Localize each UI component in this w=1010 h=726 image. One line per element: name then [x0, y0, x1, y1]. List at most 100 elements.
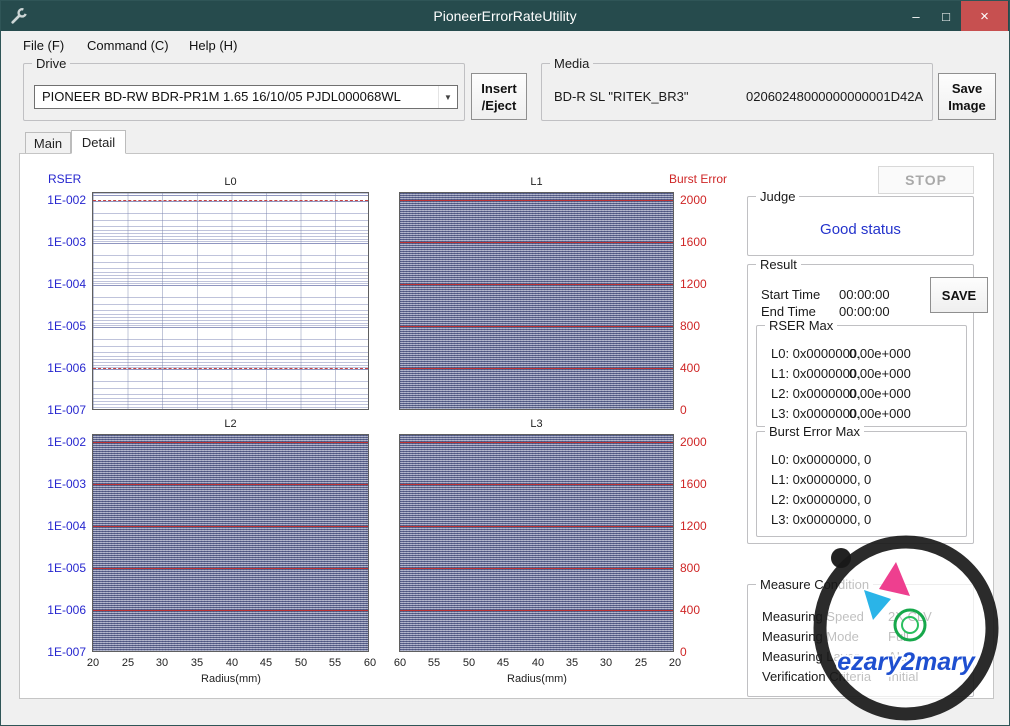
x-tick: 45 — [259, 657, 273, 669]
burst-max-row-key: L0: 0x0000000, — [771, 452, 861, 467]
burst-max-row-key: L1: 0x0000000, — [771, 472, 861, 487]
rser-max-label: RSER Max — [765, 318, 838, 333]
drive-group-label: Drive — [32, 56, 71, 71]
stop-button[interactable]: STOP — [878, 166, 974, 194]
red-gridline — [93, 368, 368, 369]
insert-eject-button[interactable]: Insert /Eject — [471, 73, 527, 120]
tab-main[interactable]: Main — [25, 132, 71, 154]
chart-title-l2: L2 — [224, 418, 237, 430]
end-time-value: 00:00:00 — [839, 304, 890, 319]
start-time-value: 00:00:00 — [839, 287, 890, 302]
rser-max-row-key: L0: 0x0000000, — [771, 346, 861, 361]
x-tick: 35 — [190, 657, 204, 669]
judge-groupbox: Judge Good status — [747, 189, 974, 256]
red-gridline — [400, 200, 673, 201]
titlebar: PioneerErrorRateUtility – □ × — [1, 1, 1009, 31]
red-gridline — [400, 326, 673, 327]
chart-title-l3: L3 — [530, 418, 543, 430]
rser-max-row-val: 0.00e+000 — [849, 366, 911, 381]
left-axis-title: RSER — [48, 172, 82, 186]
media-groupbox: Media BD-R SL "RITEK_BR3" 02060248000000… — [541, 56, 933, 121]
insert-eject-label-line1: Insert — [481, 80, 517, 96]
measure-row-val: 2X CLV — [888, 609, 932, 624]
x-tick: 20 — [668, 657, 682, 669]
red-gridline — [93, 200, 368, 201]
burst-max-row-key: L3: 0x0000000, — [771, 512, 861, 527]
x-tick: 30 — [155, 657, 169, 669]
burst-max-row-val: 0 — [864, 512, 872, 527]
y-tick-right: 400 — [680, 361, 701, 375]
end-time-label: End Time — [761, 304, 816, 319]
close-button[interactable]: × — [961, 1, 1008, 31]
chart-title-l0: L0 — [224, 176, 237, 188]
media-id: 02060248000000000001D42A — [746, 89, 924, 104]
x-tick: 25 — [121, 657, 135, 669]
y-tick-right: 800 — [680, 561, 701, 575]
burst-max-row-val: 0 — [864, 492, 872, 507]
judge-status-text: Good status — [820, 221, 901, 238]
y-tick-right: 1200 — [680, 519, 707, 533]
x-tick: 60 — [363, 657, 377, 669]
menu-command[interactable]: Command (C) — [87, 38, 169, 53]
dropdown-arrow-icon[interactable]: ▼ — [438, 86, 457, 108]
y-tick-right: 2000 — [680, 435, 707, 449]
x-axis-label: Radius(mm) — [507, 673, 567, 685]
result-groupbox: Result Start Time 00:00:00 End Time 00:0… — [747, 257, 988, 544]
x-tick: 25 — [634, 657, 648, 669]
y-tick-left: 1E-005 — [47, 319, 86, 333]
chart-plot-l0 — [92, 192, 369, 410]
y-tick-left: 1E-002 — [47, 193, 86, 207]
save-image-label-line1: Save — [951, 80, 983, 96]
x-tick: 50 — [294, 657, 308, 669]
caption-buttons: – □ × — [901, 1, 1008, 31]
rser-max-row-val: 0.00e+000 — [849, 406, 911, 421]
rser-max-row-val: 0.00e+000 — [849, 386, 911, 401]
red-gridline — [400, 526, 673, 527]
menu-file[interactable]: File (F) — [23, 38, 64, 53]
insert-eject-label-line2: /Eject — [481, 97, 517, 113]
start-time-label: Start Time — [761, 287, 821, 302]
red-gridline — [400, 568, 673, 569]
burst-error-max-label: Burst Error Max — [765, 424, 865, 439]
save-image-label-line2: Image — [948, 97, 986, 113]
x-tick: 50 — [462, 657, 476, 669]
red-gridline — [93, 568, 368, 569]
chart-title-l1: L1 — [530, 176, 543, 188]
drive-combobox[interactable]: PIONEER BD-RW BDR-PR1M 1.65 16/10/05 PJD… — [34, 85, 458, 109]
y-tick-left: 1E-002 — [47, 435, 86, 449]
red-gridline — [400, 242, 673, 243]
y-tick-left: 1E-004 — [47, 519, 86, 533]
judge-group-label: Judge — [756, 189, 800, 204]
media-group-label: Media — [550, 56, 594, 71]
y-tick-right: 1600 — [680, 235, 707, 249]
measure-condition-label: Measure Condition — [756, 577, 874, 592]
tab-detail[interactable]: Detail — [71, 130, 126, 154]
y-tick-left: 1E-007 — [47, 403, 86, 417]
red-gridline — [400, 442, 673, 443]
rser-max-row-key: L1: 0x0000000, — [771, 366, 861, 381]
red-gridline — [400, 368, 673, 369]
measure-row-key: Verification Criteria — [762, 669, 872, 684]
chart-plot-l1 — [399, 192, 674, 410]
x-tick: 30 — [599, 657, 613, 669]
y-tick-left: 1E-006 — [47, 361, 86, 375]
measure-row-key: Measuring Layer — [762, 649, 859, 664]
maximize-button[interactable]: □ — [931, 1, 961, 31]
save-button[interactable]: SAVE — [930, 277, 988, 313]
y-tick-left: 1E-007 — [47, 645, 86, 659]
detail-tab-panel: RSER Burst Error L0 L1 1E-002 1E-003 1E-… — [19, 153, 994, 699]
minimize-button[interactable]: – — [901, 1, 931, 31]
window-title: PioneerErrorRateUtility — [433, 8, 577, 24]
y-tick-left: 1E-003 — [47, 235, 86, 249]
rser-max-groupbox: RSER Max L0: 0x0000000, 0.00e+000 L1: 0x… — [756, 318, 967, 427]
x-tick: 35 — [565, 657, 579, 669]
save-image-button[interactable]: Save Image — [938, 73, 996, 120]
rser-max-row-val: 0.00e+000 — [849, 346, 911, 361]
y-tick-right: 2000 — [680, 193, 707, 207]
measure-condition-groupbox: Measure Condition Measuring Speed 2X CLV… — [747, 577, 974, 697]
y-tick-right: 0 — [680, 403, 687, 417]
red-gridline — [93, 610, 368, 611]
chart-plot-l3 — [399, 434, 674, 652]
rser-max-row-key: L3: 0x0000000, — [771, 406, 861, 421]
menu-help[interactable]: Help (H) — [189, 38, 237, 53]
